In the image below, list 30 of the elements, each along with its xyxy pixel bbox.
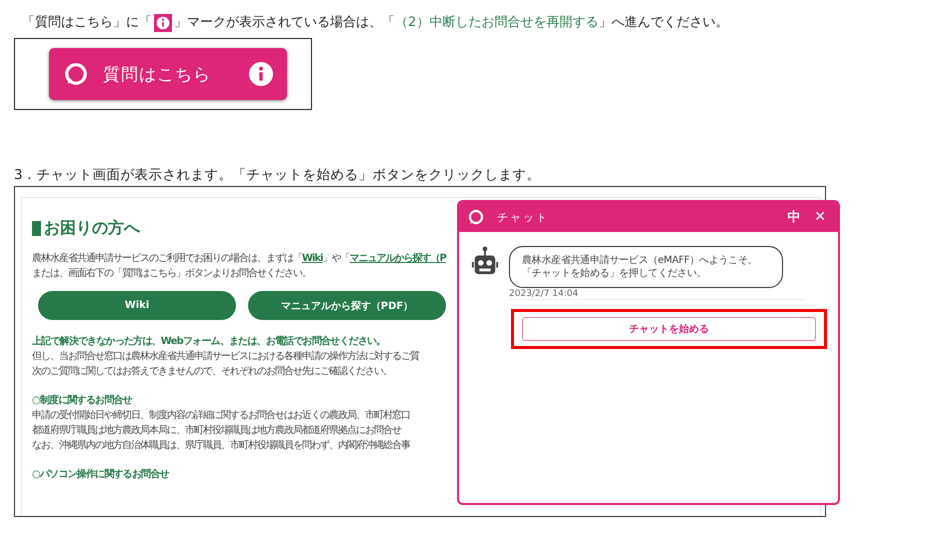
link-button[interactable]: Wiki [38,291,236,320]
paragraph-line: 都道府県庁職員は地方農政局本局に、市町村役場職員は地方農政局都道府県拠点にお問合せ [32,424,401,438]
start-chat-button[interactable]: チャットを始める [522,317,816,341]
step-text: 3．チャット画面が表示されます。「チャットを始める」ボタンをクリックします。 [14,166,542,184]
ask-question-button[interactable]: 質問はこちら [49,48,287,100]
size-toggle[interactable]: 中 [787,208,800,226]
link-button[interactable]: マニュアルから探す（PDF） [248,291,446,320]
chat-bubble-icon [467,208,485,226]
paragraph-line: 但し、当お問合せ窓口は農林水産省共通申請サービスにおける各種申請の操作方法に対するご質 [32,350,419,364]
section-title: ○パソコン操作に関するお問合せ [32,468,169,482]
text-link[interactable]: マニュアルから探す（P [350,253,446,264]
chat-bubble-icon [63,61,89,87]
instruction-text: 「質問はこちら」に「 」マークが表示されている場合は、「（2）中断したお問合せを再開する」へ進んでください。 [22,12,933,34]
chat-title: チャット [497,210,549,224]
section-title: ○制度に関するお問合せ [32,393,132,408]
section-link[interactable]: （2）中断したお問合せを再開する [395,12,598,34]
chat-message: 農林水産省共通申請サービス（eMAFF）へようこそ。 「チャットを始める」を押してください。 [509,246,783,288]
heading-square-icon [32,221,41,236]
paragraph-line: 次のご質問に関してはお答えできませんので、それぞれのお問合せ先にご確認ください。 [32,364,392,379]
info-icon [154,13,172,33]
paragraph-line: 農林水産省共通申請サービスのご利用でお困りの場合は、まずは「Wiki」や「マニュアルから探す（P [32,252,446,266]
paragraph-line: 申請の受付開始日や締切日、制度内容の詳細に関するお問合せはお近くの農政局、市町村窓口 [32,408,410,423]
paragraph-line: または、画面右下の「質問はこちら」ボタンよりお問合せください。 [32,266,311,281]
section-title: 上記で解決できなかった方は、Webフォーム、または、お電話でお問合せください。 [32,334,386,349]
paragraph-line: なお、沖縄県内の地方自治体職員は、県庁職員、市町村役場職員を問わず、内閣府沖縄総合事 [32,438,410,453]
page-heading: お困りの方へ [44,218,140,239]
info-icon [249,62,273,86]
message-time: 2023/2/7 14:04 [509,289,580,299]
text-link[interactable]: Wiki [302,253,323,264]
close-button[interactable]: ✕ [814,209,826,225]
